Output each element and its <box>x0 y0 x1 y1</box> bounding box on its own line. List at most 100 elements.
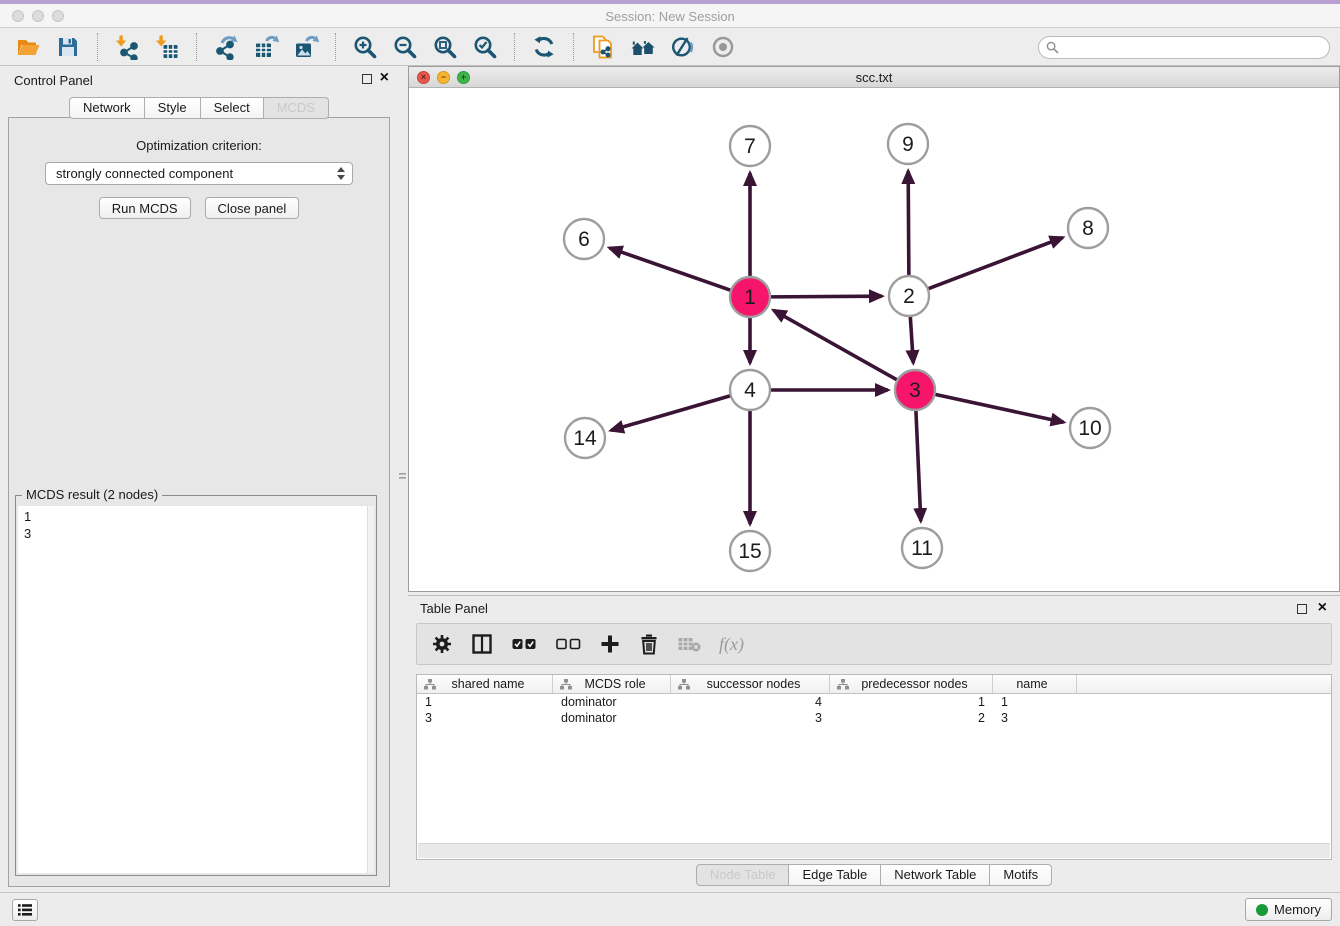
import-network-button[interactable] <box>109 32 145 62</box>
save-session-button[interactable] <box>50 32 86 62</box>
column-header-predecessor-nodes[interactable]: predecessor nodes <box>830 675 993 694</box>
mcds-result-scrollbar[interactable] <box>367 506 374 873</box>
tab-node-table[interactable]: Node Table <box>696 864 790 886</box>
graph-node-label: 2 <box>903 285 915 308</box>
zoom-selected-icon <box>472 34 498 60</box>
zoom-in-button[interactable] <box>347 32 383 62</box>
search-input[interactable] <box>1059 40 1329 55</box>
export-table-icon <box>253 34 279 60</box>
table-toolbar: f(x) <box>416 623 1332 665</box>
table-cell: 3 <box>671 711 830 725</box>
select-all-button[interactable] <box>511 636 538 652</box>
right-column: × − + scc.txt 1234678910111415 Table Pan… <box>408 66 1340 892</box>
toggle-graphics-details-button[interactable] <box>665 32 701 62</box>
control-panel: Control Panel × NetworkStyleSelectMCDS O… <box>0 66 398 892</box>
graph-edge-3-10[interactable] <box>935 394 1064 422</box>
mcds-result-text[interactable]: 13 <box>18 506 374 873</box>
task-history-button[interactable] <box>12 899 38 921</box>
refresh-button[interactable] <box>526 32 562 62</box>
zoom-fit-icon <box>432 34 458 60</box>
toolbar-separator <box>335 33 336 61</box>
column-header-shared-name[interactable]: shared name <box>417 675 553 694</box>
vertical-splitter-handle[interactable] <box>399 468 406 484</box>
import-table-button[interactable] <box>149 32 185 62</box>
delete-column-button[interactable] <box>638 633 660 655</box>
node-table: shared nameMCDS rolesuccessor nodesprede… <box>416 674 1332 860</box>
clone-network-button[interactable] <box>585 32 621 62</box>
table-horizontal-scrollbar[interactable] <box>418 843 1330 858</box>
zoom-in-icon <box>352 34 378 60</box>
table-panel: Table Panel × <box>408 595 1340 892</box>
column-selector-button[interactable] <box>470 633 494 655</box>
network-view-window: × − + scc.txt 1234678910111415 <box>408 66 1340 592</box>
export-network-button[interactable] <box>208 32 244 62</box>
zoom-out-button[interactable] <box>387 32 423 62</box>
zoom-selected-button[interactable] <box>467 32 503 62</box>
graph-edge-4-14[interactable] <box>611 396 731 431</box>
network-window-titlebar: × − + scc.txt <box>409 67 1339 88</box>
criterion-dropdown[interactable]: strongly connected component <box>45 162 353 185</box>
columns-icon <box>470 633 494 655</box>
tab-network[interactable]: Network <box>69 97 145 119</box>
column-tree-icon <box>424 679 436 690</box>
zoom-fit-button[interactable] <box>427 32 463 62</box>
table-panel-float-icon[interactable] <box>1297 604 1307 614</box>
export-table-button[interactable] <box>248 32 284 62</box>
window-title: Session: New Session <box>0 9 1340 24</box>
graphics-details-icon <box>670 34 696 60</box>
network-overview-button[interactable] <box>625 32 661 62</box>
add-column-button[interactable] <box>599 633 621 655</box>
toolbar-separator <box>196 33 197 61</box>
table-cell: 1 <box>830 695 993 709</box>
show-hide-details-button[interactable] <box>705 32 741 62</box>
network-window-title: scc.txt <box>409 70 1339 85</box>
tab-mcds[interactable]: MCDS <box>263 97 329 119</box>
tab-style[interactable]: Style <box>144 97 201 119</box>
network-graph[interactable]: 1234678910111415 <box>409 88 1339 591</box>
memory-button[interactable]: Memory <box>1245 898 1332 921</box>
graph-node-label: 1 <box>744 286 756 309</box>
eye-icon <box>710 34 736 60</box>
trash-icon <box>638 633 660 655</box>
clone-network-icon <box>590 34 616 60</box>
table-panel-close-icon[interactable]: × <box>1318 599 1327 617</box>
search-icon <box>1046 41 1059 54</box>
graph-edge-2-3[interactable] <box>910 316 913 363</box>
table-row[interactable]: 3dominator323 <box>417 710 1331 726</box>
control-panel-float-icon[interactable] <box>362 74 372 84</box>
tab-edge-table[interactable]: Edge Table <box>788 864 881 886</box>
network-canvas[interactable]: 1234678910111415 <box>409 88 1339 591</box>
app-titlebar: Session: New Session <box>0 4 1340 28</box>
tab-motifs[interactable]: Motifs <box>989 864 1052 886</box>
control-panel-close-icon[interactable]: × <box>380 69 389 87</box>
status-bar: Memory <box>0 892 1340 926</box>
run-mcds-button[interactable]: Run MCDS <box>99 197 191 219</box>
column-header-name[interactable]: name <box>993 675 1077 694</box>
graph-edge-3-11[interactable] <box>916 410 921 521</box>
toolbar-search[interactable] <box>1038 36 1330 59</box>
graph-edge-2-8[interactable] <box>928 238 1063 289</box>
graph-edge-3-1[interactable] <box>774 310 898 380</box>
deselect-all-button[interactable] <box>555 636 582 652</box>
table-body: 1dominator4113dominator323 <box>417 694 1331 726</box>
column-tree-icon <box>560 679 572 690</box>
graph-node-label: 4 <box>744 379 756 402</box>
open-session-button[interactable] <box>10 32 46 62</box>
control-panel-title: Control Panel <box>14 73 93 88</box>
control-panel-tabs: NetworkStyleSelectMCDS <box>0 97 398 119</box>
houses-icon <box>630 34 656 60</box>
function-builder-button: f(x) <box>719 634 744 655</box>
tab-network-table[interactable]: Network Table <box>880 864 990 886</box>
graph-edge-1-6[interactable] <box>609 248 731 290</box>
export-image-button[interactable] <box>288 32 324 62</box>
column-header-MCDS-role[interactable]: MCDS role <box>553 675 671 694</box>
toolbar-separator <box>514 33 515 61</box>
table-row[interactable]: 1dominator411 <box>417 694 1331 710</box>
column-header-successor-nodes[interactable]: successor nodes <box>671 675 830 694</box>
close-panel-button[interactable]: Close panel <box>205 197 300 219</box>
table-settings-button[interactable] <box>431 633 453 655</box>
graph-node-label: 9 <box>902 133 914 156</box>
tab-select[interactable]: Select <box>200 97 264 119</box>
graph-edge-2-9[interactable] <box>908 171 909 276</box>
graph-edge-1-2[interactable] <box>770 296 882 297</box>
